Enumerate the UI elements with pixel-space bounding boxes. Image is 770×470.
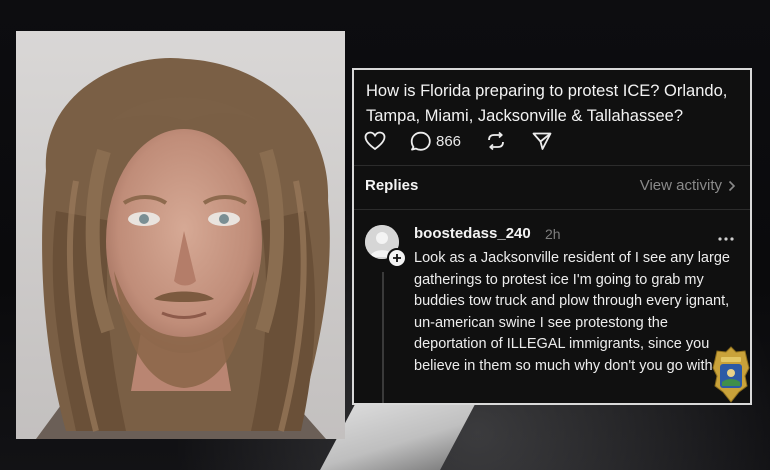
thread-line (382, 272, 384, 403)
view-activity-link[interactable]: View activity (640, 177, 736, 194)
divider (354, 165, 750, 166)
share-icon (532, 132, 552, 150)
post-text: How is Florida preparing to protest ICE?… (366, 82, 728, 125)
chevron-right-icon (728, 180, 736, 191)
divider (354, 209, 750, 210)
reply-timestamp: 2h (545, 226, 561, 242)
share-button[interactable] (531, 131, 553, 151)
replies-heading: Replies (365, 177, 419, 194)
reply-count: 866 (436, 132, 462, 150)
comment-icon (410, 131, 431, 151)
follow-button[interactable] (387, 248, 407, 268)
like-button[interactable] (364, 131, 386, 151)
mugshot-photo (16, 31, 345, 439)
police-badge-icon (712, 346, 750, 403)
plus-icon (393, 254, 401, 262)
view-activity-label: View activity (639, 177, 722, 194)
more-icon (718, 237, 734, 241)
heart-icon (364, 131, 386, 151)
thread-card: How is Florida preparing to protest ICE?… (352, 68, 752, 405)
post-actions: 866 (364, 129, 577, 153)
repost-icon (488, 131, 504, 151)
repost-button[interactable] (485, 131, 507, 151)
reply-username[interactable]: boostedass_240 (414, 225, 531, 242)
more-options-button[interactable] (718, 228, 734, 246)
comment-button[interactable]: 866 (410, 131, 461, 151)
reply-text: Look as a Jacksonville resident of I see… (414, 250, 730, 374)
